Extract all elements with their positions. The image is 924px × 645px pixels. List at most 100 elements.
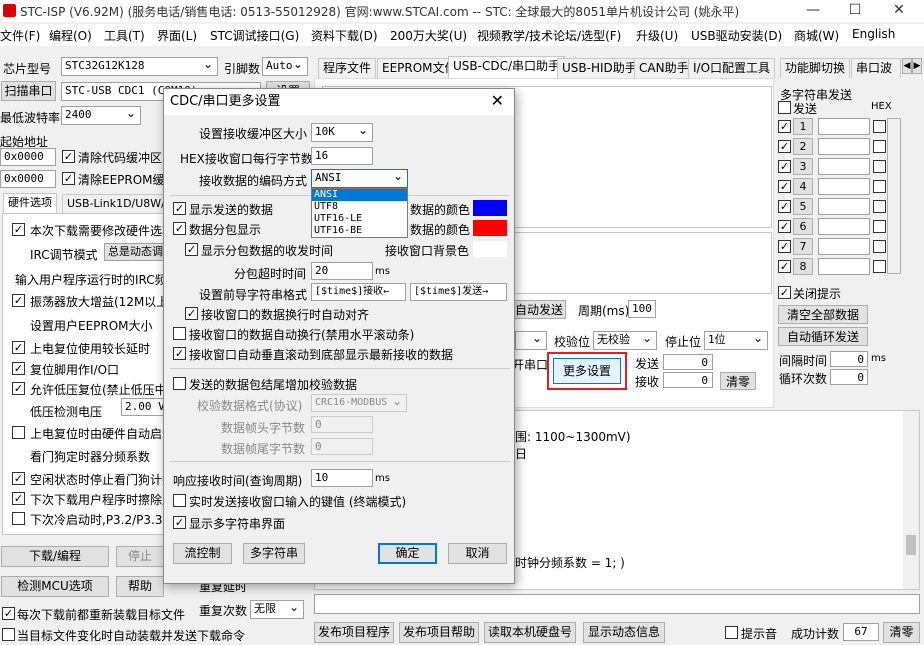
bg-color-swatch[interactable] (473, 241, 507, 257)
opt-checkbox-12[interactable] (12, 492, 25, 505)
menu-program[interactable]: 编程(O) (49, 27, 92, 44)
tab-scroll-left[interactable]: ◀ (902, 58, 912, 74)
show-multi-checkbox[interactable] (173, 516, 186, 529)
chip-select[interactable]: STC32G12K128 (61, 57, 218, 76)
code-address-field[interactable]: 0x0000 (0, 148, 56, 166)
multi-send-all-checkbox[interactable] (778, 101, 791, 114)
sent-color-swatch[interactable] (473, 200, 507, 216)
beep-checkbox[interactable] (725, 626, 738, 639)
tab-usb-cdc[interactable]: USB-CDC/串口助手 (448, 56, 566, 78)
auto-loop-button[interactable]: 自动循环发送 (778, 327, 868, 346)
multi-send-checkbox[interactable] (778, 220, 791, 233)
download-program-button[interactable]: 下载/编程 (1, 546, 109, 567)
auto-send-download-checkbox[interactable] (2, 628, 15, 641)
ok-button[interactable]: 确定 (378, 543, 437, 564)
clear-success-button[interactable]: 清零 (883, 622, 920, 643)
eeprom-address-field[interactable]: 0x0000 (0, 170, 56, 188)
timeout-field[interactable]: 20 (311, 262, 373, 280)
opt-checkbox-13[interactable] (12, 512, 25, 525)
multi-string-field[interactable] (818, 258, 870, 275)
interval-field[interactable]: 0 (830, 351, 868, 367)
multi-send-checkbox[interactable] (778, 200, 791, 213)
multi-send-checkbox[interactable] (778, 140, 791, 153)
multi-string-field[interactable] (818, 158, 870, 175)
menu-prize[interactable]: 200万大奖(U) (390, 27, 467, 44)
opt-checkbox-7[interactable] (12, 382, 25, 395)
menu-upgrade[interactable]: 升级(U) (636, 27, 678, 44)
multi-scrollbar[interactable] (887, 118, 901, 274)
pin-select[interactable]: Auto (262, 57, 308, 76)
prefix-recv-field[interactable]: [$time$]接收← (311, 283, 406, 301)
checksum-format-select[interactable]: CRC16-MODBUS (311, 394, 407, 412)
clear-all-button[interactable]: 清空全部数据 (778, 305, 868, 324)
menu-video[interactable]: 视频教学/技术论坛/选型(F) (477, 27, 621, 44)
opt-checkbox-6[interactable] (12, 362, 25, 375)
multi-string-field[interactable] (818, 218, 870, 235)
multi-string-button[interactable]: 多字符串 (243, 543, 305, 564)
tab-pin-switch[interactable]: 功能脚切换 (780, 58, 851, 78)
menu-download[interactable]: 资料下载(D) (311, 27, 378, 44)
buffer-size-select[interactable]: 10K (311, 123, 373, 142)
auto-send-button[interactable]: 自动发送 (512, 300, 566, 319)
menu-tools[interactable]: 工具(T) (104, 27, 145, 44)
show-sent-checkbox[interactable] (173, 202, 186, 215)
wrap-checkbox[interactable] (173, 327, 186, 340)
multi-send-button[interactable]: 8 (793, 258, 813, 275)
menu-usb-driver[interactable]: USB驱动安装(D) (691, 27, 782, 44)
align-checkbox[interactable] (185, 307, 198, 320)
more-settings-button[interactable]: 更多设置 (553, 358, 621, 384)
multi-hex-checkbox[interactable] (873, 120, 886, 133)
multi-hex-checkbox[interactable] (873, 200, 886, 213)
multi-send-button[interactable]: 6 (793, 218, 813, 235)
opt-checkbox-9[interactable] (12, 426, 25, 439)
clear-count-button[interactable]: 清零 (720, 372, 756, 390)
publish-program-button[interactable]: 发布项目程序 (314, 622, 394, 643)
flow-control-button[interactable]: 流控制 (173, 543, 232, 564)
multi-string-field[interactable] (818, 118, 870, 135)
multi-send-button[interactable]: 5 (793, 198, 813, 215)
split-packet-checkbox[interactable] (173, 222, 186, 235)
cancel-button[interactable]: 取消 (448, 543, 507, 564)
detect-mcu-button[interactable]: 检测MCU选项 (1, 576, 109, 597)
encoding-select[interactable]: ANSI (311, 169, 408, 188)
multi-send-button[interactable]: 1 (793, 118, 813, 135)
multi-hex-checkbox[interactable] (873, 140, 886, 153)
menu-file[interactable]: 文件(F) (0, 27, 40, 44)
response-time-field[interactable]: 10 (311, 469, 373, 487)
show-time-checkbox[interactable] (185, 243, 198, 256)
hex-bytes-field[interactable]: 16 (311, 147, 373, 165)
minimize-button[interactable]: — (792, 0, 834, 22)
close-tip-checkbox[interactable] (778, 286, 791, 299)
tab-hardware-options[interactable]: 硬件选项 (3, 193, 57, 213)
multi-send-checkbox[interactable] (778, 160, 791, 173)
dialog-close-button[interactable]: ✕ (491, 91, 504, 110)
help-button[interactable]: 帮助 (116, 576, 164, 597)
multi-string-field[interactable] (818, 178, 870, 195)
databits-select[interactable] (515, 331, 547, 350)
encoding-option-utf16be[interactable]: UTF16-BE (312, 225, 407, 237)
encoding-option-ansi[interactable]: ANSI (312, 189, 407, 201)
multi-hex-checkbox[interactable] (873, 260, 886, 273)
checksum-checkbox[interactable] (173, 377, 186, 390)
menu-interface[interactable]: 界面(L) (157, 27, 197, 44)
opt-checkbox-11[interactable] (12, 472, 25, 485)
multi-send-button[interactable]: 3 (793, 158, 813, 175)
multi-string-field[interactable] (818, 238, 870, 255)
clear-eeprom-checkbox[interactable] (62, 172, 75, 185)
clear-code-checkbox[interactable] (62, 150, 75, 163)
menu-shop[interactable]: 商城(W) (794, 27, 839, 44)
multi-send-checkbox[interactable] (778, 180, 791, 193)
opt-checkbox-3[interactable] (12, 294, 25, 307)
realtime-checkbox[interactable] (173, 494, 186, 507)
log-scroll-thumb[interactable] (906, 535, 916, 555)
opt-checkbox-0[interactable] (12, 223, 25, 236)
multi-hex-checkbox[interactable] (873, 180, 886, 193)
close-button[interactable]: ✕ (878, 0, 920, 22)
tab-serial[interactable]: 串口波 (851, 58, 901, 78)
multi-send-button[interactable]: 4 (793, 178, 813, 195)
maximize-button[interactable]: ☐ (834, 0, 876, 22)
frame-head-field[interactable]: 0 (311, 416, 373, 433)
frame-tail-field[interactable]: 0 (311, 438, 373, 455)
multi-hex-checkbox[interactable] (873, 160, 886, 173)
recv-color-swatch[interactable] (473, 220, 507, 236)
